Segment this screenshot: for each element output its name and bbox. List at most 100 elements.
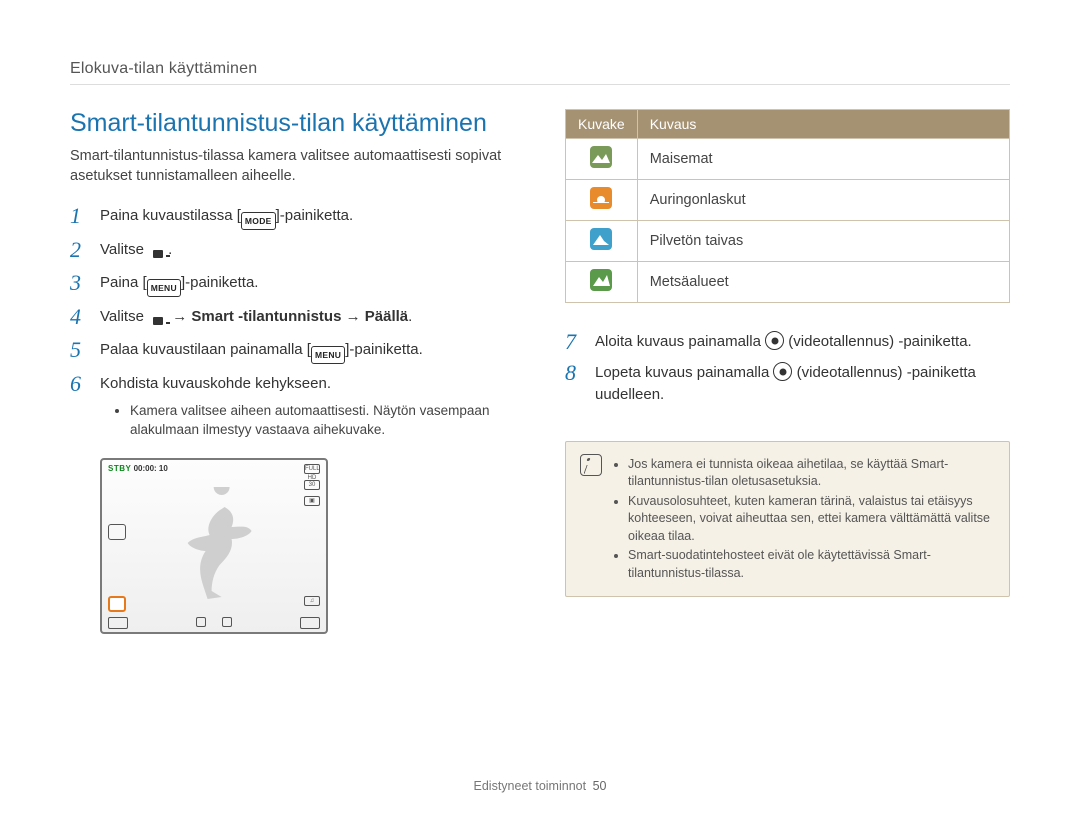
preview-right-icons-lower: ♫ [304, 596, 320, 606]
page-number: 50 [593, 779, 607, 793]
step-number: 5 [70, 339, 86, 361]
page-footer: Edistyneet toiminnot 50 [0, 779, 1080, 793]
intro-text: Smart-tilantunnistus-tilassa kamera vali… [70, 146, 515, 187]
step-text-pre: Aloita kuvaus painamalla [595, 333, 765, 350]
ois-icon [108, 524, 126, 540]
stby-label: STBY [108, 464, 131, 473]
td-desc: Pilvetön taivas [637, 221, 1009, 262]
td-icon [566, 180, 638, 221]
timecode-label: 00:00: 10 [134, 464, 168, 473]
step-text-pre: Lopeta kuvaus painamalla [595, 364, 773, 381]
td-desc: Maisemat [637, 139, 1009, 180]
forest-icon [590, 269, 612, 291]
step-text-pre: Valitse [100, 308, 148, 325]
step-text: Palaa kuvaustilaan painamalla [MENU]-pai… [100, 339, 423, 364]
step-text: Paina [MENU]-painiketta. [100, 272, 258, 297]
preview-right-icons: FULLHD 30 ▣ [304, 464, 320, 506]
bottom-right-icon [300, 617, 320, 629]
two-column-layout: Smart-tilantunnistus-tilan käyttäminen S… [70, 109, 1010, 634]
preview-bottombar [102, 617, 326, 629]
td-icon [566, 221, 638, 262]
step-1: 1 Paina kuvaustilassa [MODE]-painiketta. [70, 205, 515, 230]
step-number: 4 [70, 306, 86, 328]
note-icon [580, 454, 602, 476]
camera-preview-illustration: STBY 00:00: 10 FULLHD 30 ▣ [100, 458, 328, 634]
step-text-post: ]-painiketta. [181, 274, 259, 291]
step-number: 2 [70, 239, 86, 261]
voice-icon: ♫ [304, 596, 320, 606]
fps-icon: 30 [304, 480, 320, 490]
bottom-center-icons [196, 617, 232, 629]
bottom-left-icon [108, 617, 128, 629]
steps-left: 1 Paina kuvaustilassa [MODE]-painiketta.… [70, 205, 515, 442]
th-icon: Kuvake [566, 110, 638, 139]
step-text-pre: Paina kuvaustilassa [ [100, 207, 241, 224]
clear-sky-icon [590, 228, 612, 250]
step-text: Kohdista kuvauskohde kehykseen. Kamera v… [100, 373, 515, 442]
td-desc: Metsäalueet [637, 262, 1009, 303]
section-title: Smart-tilantunnistus-tilan käyttäminen [70, 109, 515, 138]
step-3: 3 Paina [MENU]-painiketta. [70, 272, 515, 297]
step-text: Valitse . [100, 239, 172, 263]
step-6: 6 Kohdista kuvauskohde kehykseen. Kamera… [70, 373, 515, 442]
step-5: 5 Palaa kuvaustilaan painamalla [MENU]-p… [70, 339, 515, 364]
scene-icon-table: Kuvake Kuvaus Maisemat [565, 109, 1010, 303]
step-text-post: . [408, 308, 412, 325]
step-text: Valitse → Smart -tilantunnistus → Päällä… [100, 306, 412, 330]
bold-path: → Smart -tilantunnistus → Päällä [168, 308, 408, 325]
step-number: 3 [70, 272, 86, 294]
camcorder-icon [148, 245, 168, 263]
td-icon [566, 262, 638, 303]
step-number: 1 [70, 205, 86, 227]
menu-button-icon: MENU [311, 346, 345, 364]
note-list: Jos kamera ei tunnista oikeaa aihetilaa,… [614, 454, 995, 585]
footer-label: Edistyneet toiminnot [474, 779, 587, 793]
th-desc: Kuvaus [637, 110, 1009, 139]
step-text-post: ]-painiketta. [345, 341, 423, 358]
step-text-pre: Paina [ [100, 274, 147, 291]
preview-left-icons [108, 524, 126, 612]
table-row: Pilvetön taivas [566, 221, 1010, 262]
steps-right: 7 Aloita kuvaus painamalla (videotallenn… [565, 331, 1010, 406]
note-callout: Jos kamera ei tunnista oikeaa aihetilaa,… [565, 441, 1010, 598]
camcorder-icon [148, 312, 168, 330]
manual-page: Elokuva-tilan käyttäminen Smart-tilantun… [0, 0, 1080, 664]
table-row: Maisemat [566, 139, 1010, 180]
step-text-pre: Kohdista kuvauskohde kehykseen. [100, 375, 331, 392]
step-text-pre: Valitse [100, 241, 148, 258]
left-column: Smart-tilantunnistus-tilan käyttäminen S… [70, 109, 515, 634]
note-item: Smart-suodatintehosteet eivät ole käytet… [628, 547, 995, 582]
td-icon [566, 139, 638, 180]
step-text-post: . [168, 241, 172, 258]
step-2: 2 Valitse . [70, 239, 515, 263]
step-text: Aloita kuvaus painamalla (videotallennus… [595, 331, 972, 353]
bullet-item: Kamera valitsee aiheen automaattisesti. … [130, 401, 515, 440]
landscape-icon [590, 146, 612, 168]
breadcrumb: Elokuva-tilan käyttäminen [70, 60, 1010, 85]
td-desc: Auringonlaskut [637, 180, 1009, 221]
step-7: 7 Aloita kuvaus painamalla (videotallenn… [565, 331, 1010, 353]
table-row: Auringonlaskut [566, 180, 1010, 221]
right-column: Kuvake Kuvaus Maisemat [565, 109, 1010, 634]
table-row: Metsäalueet [566, 262, 1010, 303]
scene-mode-icon [108, 596, 126, 612]
step-text-post: ]-painiketta. [276, 207, 354, 224]
mode-button-icon: MODE [241, 212, 276, 230]
record-button-icon [765, 331, 784, 350]
step-8: 8 Lopeta kuvaus painamalla (videotallenn… [565, 362, 1010, 406]
step-text: Lopeta kuvaus painamalla (videotallennus… [595, 362, 1010, 406]
record-button-icon [773, 362, 792, 381]
menu-button-icon: MENU [147, 279, 181, 297]
step-text-post: (videotallennus) -painiketta. [784, 333, 972, 350]
metering-icon: ▣ [304, 496, 320, 506]
stby-indicator: STBY 00:00: 10 [108, 464, 168, 473]
step-number: 6 [70, 373, 86, 395]
sunset-icon [590, 187, 612, 209]
silhouette-figure [182, 487, 272, 612]
preview-topbar: STBY 00:00: 10 [102, 460, 326, 473]
step-4: 4 Valitse → Smart -tilantunnistus → Pääl… [70, 306, 515, 330]
note-item: Jos kamera ei tunnista oikeaa aihetilaa,… [628, 456, 995, 491]
resolution-icon: FULLHD [304, 464, 320, 474]
step-text: Paina kuvaustilassa [MODE]-painiketta. [100, 205, 353, 230]
step-number: 8 [565, 362, 581, 384]
